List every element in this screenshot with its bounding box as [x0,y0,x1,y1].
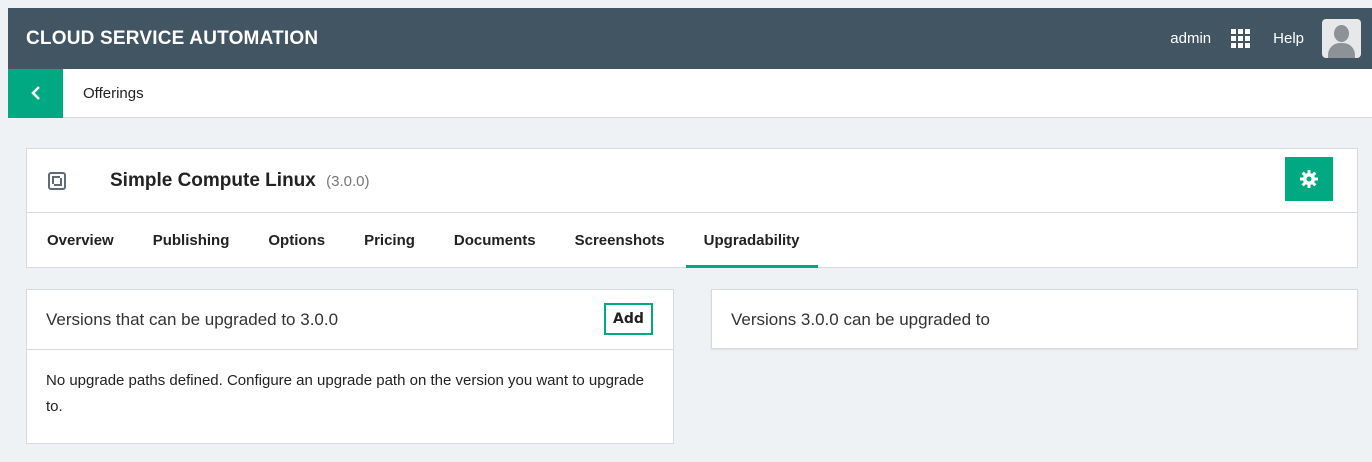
user-avatar-icon[interactable] [1322,19,1361,58]
upgrade-from-header: Versions that can be upgraded to 3.0.0 A… [27,290,673,350]
offering-header: Simple Compute Linux (3.0.0) [27,149,1357,213]
tab-upgradability[interactable]: Upgradability [685,213,818,268]
offering-card: Simple Compute Linux (3.0.0) Overview Pu… [26,148,1358,268]
gear-icon [1300,170,1318,188]
tab-publishing[interactable]: Publishing [153,213,230,268]
tab-options[interactable]: Options [268,213,325,268]
offering-name: Simple Compute Linux [110,169,316,191]
breadcrumb-offerings[interactable]: Offerings [83,85,144,102]
help-link[interactable]: Help [1273,30,1304,47]
upgrade-to-header: Versions 3.0.0 can be upgraded to [712,290,1357,350]
settings-button[interactable] [1285,157,1333,201]
empty-state-message: No upgrade paths defined. Configure an u… [46,372,644,415]
tab-overview[interactable]: Overview [47,213,114,268]
tab-documents[interactable]: Documents [454,213,536,268]
offering-version: (3.0.0) [326,172,370,190]
add-button[interactable]: Add [604,303,653,335]
upgrade-from-panel: Versions that can be upgraded to 3.0.0 A… [26,289,674,444]
offering-title: Simple Compute Linux (3.0.0) [110,170,370,192]
user-menu[interactable]: admin [1170,30,1211,47]
top-header-bar: CLOUD SERVICE AUTOMATION admin Help [8,8,1372,69]
tab-pricing[interactable]: Pricing [364,213,415,268]
upgrade-from-title: Versions that can be upgraded to 3.0.0 [46,309,339,329]
breadcrumb: Offerings [8,68,1372,118]
service-offering-icon [48,171,66,190]
app-title: CLOUD SERVICE AUTOMATION [26,27,319,49]
upgrade-to-title: Versions 3.0.0 can be upgraded to [731,310,990,329]
back-button[interactable] [8,68,63,118]
chevron-left-icon [30,86,40,100]
apps-grid-icon[interactable] [1231,28,1251,49]
tab-screenshots[interactable]: Screenshots [575,213,665,268]
offering-tabs: Overview Publishing Options Pricing Docu… [27,213,1357,268]
upgrade-to-panel: Versions 3.0.0 can be upgraded to [711,289,1358,349]
